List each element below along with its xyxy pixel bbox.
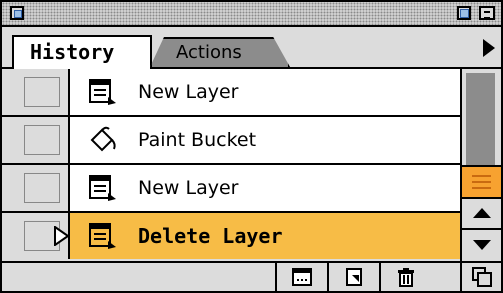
history-item[interactable]: Paint Bucket bbox=[2, 117, 460, 165]
snapshot-source-cell[interactable] bbox=[2, 165, 70, 211]
snapshot-box[interactable] bbox=[24, 125, 60, 155]
new-document-icon bbox=[292, 268, 312, 286]
paint-bucket-icon bbox=[90, 126, 116, 152]
vertical-scrollbar[interactable] bbox=[460, 69, 501, 261]
snapshot-box[interactable] bbox=[24, 77, 60, 107]
snapshot-box[interactable] bbox=[24, 173, 60, 203]
tab-actions[interactable]: Actions bbox=[150, 37, 290, 67]
scroll-up-arrow-icon[interactable] bbox=[462, 199, 501, 230]
title-bar[interactable] bbox=[2, 2, 501, 27]
resize-handle[interactable] bbox=[460, 263, 501, 291]
close-box[interactable] bbox=[10, 6, 24, 20]
snapshot-source-cell[interactable] bbox=[2, 117, 70, 163]
scroll-track[interactable] bbox=[466, 73, 495, 165]
delete-button[interactable] bbox=[379, 263, 431, 291]
history-item-label: New Layer bbox=[138, 81, 239, 103]
collapse-box[interactable] bbox=[479, 6, 495, 20]
history-item[interactable]: New Layer bbox=[2, 165, 460, 213]
scroll-thumb[interactable] bbox=[462, 165, 501, 199]
history-state-slider-icon[interactable] bbox=[54, 226, 70, 246]
palette-menu-arrow-icon[interactable] bbox=[483, 39, 495, 57]
new-layer-icon bbox=[89, 79, 116, 105]
snapshot-source-cell[interactable] bbox=[2, 69, 70, 115]
tab-history[interactable]: History bbox=[12, 35, 152, 69]
tab-bar: History Actions bbox=[2, 27, 501, 69]
history-item[interactable]: New Layer bbox=[2, 69, 460, 117]
delete-layer-icon bbox=[89, 223, 116, 249]
history-palette: History Actions New Layer Paint Bucket N… bbox=[0, 0, 503, 293]
scroll-down-arrow-icon[interactable] bbox=[462, 230, 501, 261]
new-snapshot-button[interactable] bbox=[327, 263, 379, 291]
zoom-box[interactable] bbox=[457, 6, 471, 20]
new-layer-icon bbox=[89, 175, 116, 201]
history-list: New Layer Paint Bucket New Layer Delete … bbox=[2, 69, 460, 261]
history-item-label: Delete Layer bbox=[138, 224, 283, 248]
palette-footer bbox=[2, 261, 501, 291]
history-item-label: New Layer bbox=[138, 177, 239, 199]
new-document-button[interactable] bbox=[275, 263, 327, 291]
history-item-label: Paint Bucket bbox=[138, 129, 257, 151]
trash-icon bbox=[398, 268, 414, 287]
snapshot-source-cell[interactable] bbox=[2, 213, 70, 259]
new-snapshot-icon bbox=[346, 268, 362, 286]
history-item-selected[interactable]: Delete Layer bbox=[2, 213, 460, 259]
resize-icon bbox=[471, 267, 492, 287]
